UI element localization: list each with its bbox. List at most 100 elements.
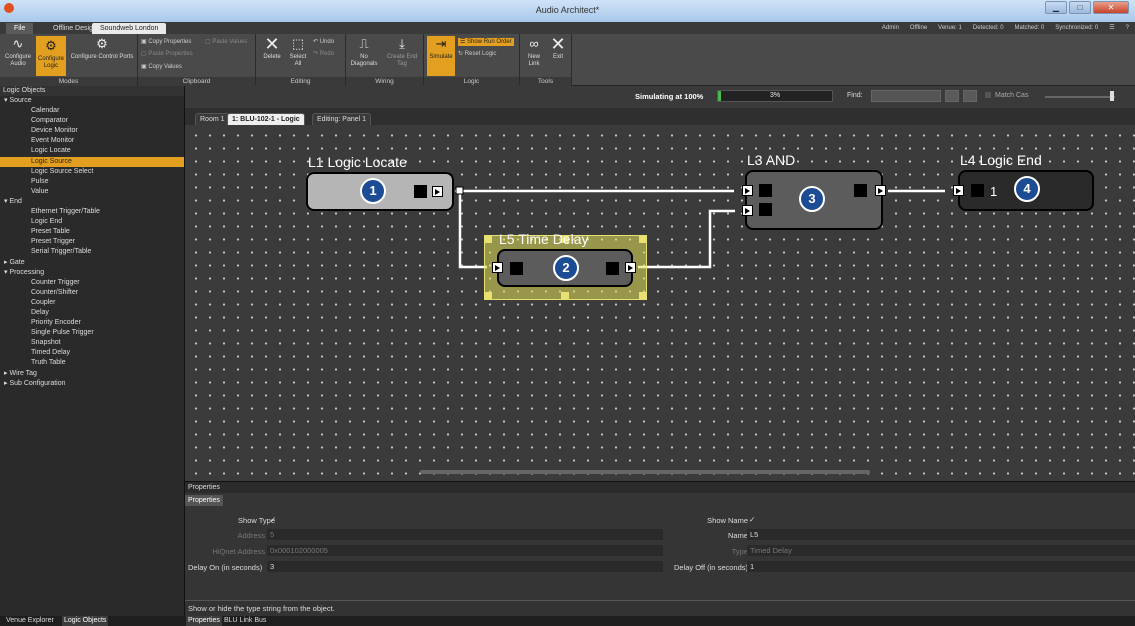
menu-icon[interactable]: ☰ xyxy=(1109,22,1114,34)
tree-item[interactable]: Coupler xyxy=(0,298,184,308)
tab-venue-explorer[interactable]: Venue Explorer xyxy=(4,616,56,626)
configure-logic-button[interactable]: ⚙ Configure Logic xyxy=(36,36,66,76)
status-mode: Offline xyxy=(909,25,928,31)
group-wiring: ⎍ No Diagonals ⤓ Create End Tag Wiring xyxy=(346,34,424,86)
tree-item[interactable]: Serial Trigger/Table xyxy=(0,247,184,257)
resize-handle-s[interactable] xyxy=(561,292,569,300)
resize-handle-se[interactable] xyxy=(639,292,647,300)
delay-off-field[interactable]: 1 xyxy=(747,561,1135,572)
close-icon[interactable]: ✕ xyxy=(1093,1,1129,14)
properties-tab[interactable]: Properties xyxy=(185,495,223,506)
tab-file[interactable]: File xyxy=(6,23,34,34)
tree-item[interactable]: Preset Table xyxy=(0,227,184,237)
tree-item[interactable]: Calendar xyxy=(0,106,184,116)
help-icon[interactable]: ? xyxy=(1126,22,1129,34)
block-l1-logic-locate[interactable]: L1 Logic Locate 1 xyxy=(306,154,454,211)
tree-category[interactable]: ▾ Source xyxy=(0,96,184,106)
new-link-button[interactable]: ∞ New Link xyxy=(522,36,546,68)
tree-category[interactable]: ▾ Processing xyxy=(0,268,184,278)
breadcrumb-editing-panel[interactable]: Editing: Panel 1 xyxy=(312,113,372,125)
tree-item[interactable]: Counter/Shifter xyxy=(0,288,184,298)
tree-item[interactable]: Single Pulse Trigger xyxy=(0,328,184,338)
breadcrumb-room[interactable]: Room 1 xyxy=(195,113,230,125)
zoom-slider[interactable] xyxy=(1045,96,1115,98)
tree-category[interactable]: ▸ Wire Tag xyxy=(0,369,184,379)
redo-button[interactable]: ↷ Redo xyxy=(313,50,334,58)
tree-category[interactable]: ▸ Gate xyxy=(0,258,184,268)
select-all-button[interactable]: ⬚ Select All xyxy=(286,36,310,68)
breadcrumb-device[interactable]: 1: BLU-102-1 - Logic xyxy=(227,113,305,125)
tree-item[interactable]: Ethernet Trigger/Table xyxy=(0,207,184,217)
simulation-progress-bar: 3% xyxy=(717,90,833,102)
tree-item[interactable]: Logic Locate xyxy=(0,146,184,156)
status-synchronized: Synchronized: 0 xyxy=(1055,25,1099,31)
tree-category[interactable]: ▾ End xyxy=(0,197,184,207)
canvas-scrollbar[interactable] xyxy=(420,470,870,474)
l3-input-port-2[interactable] xyxy=(742,205,753,216)
paste-properties-button[interactable]: ▢ Paste Properties xyxy=(141,50,193,58)
tree-item[interactable]: Snapshot xyxy=(0,338,184,348)
tree-item[interactable]: Logic End xyxy=(0,217,184,227)
create-end-tag-button[interactable]: ⤓ Create End Tag xyxy=(384,36,420,68)
tree-item[interactable]: Delay xyxy=(0,308,184,318)
l3-output-port[interactable] xyxy=(875,185,886,196)
simulate-button[interactable]: ⇥ Simulate xyxy=(427,36,455,76)
copy-properties-button[interactable]: ▣ Copy Properties xyxy=(141,38,191,46)
tab-logic-objects[interactable]: Logic Objects xyxy=(62,616,109,626)
wire-l5-to-l3[interactable] xyxy=(638,209,735,269)
zoom-slider-thumb[interactable] xyxy=(1110,91,1114,101)
l4-input-port[interactable] xyxy=(953,185,964,196)
run-order-badge: 1 xyxy=(360,178,386,204)
panel-title: Logic Objects xyxy=(0,86,184,96)
block-l4-logic-end[interactable]: L4 Logic End 1 4 xyxy=(958,152,1094,211)
tree-item[interactable]: Logic Source Select xyxy=(0,167,184,177)
undo-button[interactable]: ↶ Undo xyxy=(313,38,334,46)
tree-item[interactable]: Pulse xyxy=(0,177,184,187)
show-run-order-button[interactable]: ☰ Show Run Order xyxy=(458,38,514,46)
tree-item[interactable]: Truth Table xyxy=(0,358,184,368)
tab-blu-link-bus[interactable]: BLU Link Bus xyxy=(222,616,268,626)
match-case-checkbox[interactable]: Match Cas xyxy=(985,92,1028,99)
block-l5-timed-delay[interactable]: L5 Time Delay 2 xyxy=(497,231,633,287)
tree-item[interactable]: Device Monitor xyxy=(0,126,184,136)
maximize-icon[interactable]: □ xyxy=(1069,1,1091,14)
show-type-checkbox[interactable]: ✓ xyxy=(267,514,276,525)
exit-button[interactable]: ✕ Exit xyxy=(547,35,569,61)
name-field[interactable]: L5 xyxy=(747,529,1135,540)
resize-handle-nw[interactable] xyxy=(484,235,492,243)
block-l3-and[interactable]: L3 AND 3 xyxy=(745,152,883,230)
tree-category[interactable]: ▸ Sub Configuration xyxy=(0,379,184,389)
tab-soundweb-london[interactable]: Soundweb London xyxy=(92,23,167,34)
tree-item[interactable]: Preset Trigger xyxy=(0,237,184,247)
show-name-checkbox[interactable]: ✓ xyxy=(746,514,755,525)
tree-item[interactable]: Value xyxy=(0,187,184,197)
find-input[interactable] xyxy=(871,90,941,102)
copy-values-button[interactable]: ▣ Copy Values xyxy=(141,63,182,71)
configure-control-ports-button[interactable]: ⚙ Configure Control Ports xyxy=(70,36,134,61)
logic-canvas[interactable]: L1 Logic Locate 1 L3 AND 3 L4 Logic End … xyxy=(185,125,1135,481)
find-previous-button[interactable] xyxy=(945,90,959,102)
window-controls: ▁ □ ✕ xyxy=(1045,1,1129,15)
minimize-icon[interactable]: ▁ xyxy=(1045,1,1067,14)
tab-properties[interactable]: Properties xyxy=(186,616,222,626)
tree-item[interactable]: Logic Source xyxy=(0,156,184,167)
configure-audio-button[interactable]: ∿ Configure Audio xyxy=(3,36,33,68)
tree-item[interactable]: Event Monitor xyxy=(0,136,184,146)
find-next-button[interactable] xyxy=(963,90,977,102)
resize-handle-sw[interactable] xyxy=(484,292,492,300)
output-port[interactable] xyxy=(432,186,443,197)
reset-logic-button[interactable]: ↻ Reset Logic xyxy=(458,50,496,58)
wire-l1-to-l5[interactable] xyxy=(458,191,487,269)
tree-item[interactable]: Timed Delay xyxy=(0,348,184,358)
l5-output-port[interactable] xyxy=(625,262,636,273)
tree-item[interactable]: Counter Trigger xyxy=(0,278,184,288)
delete-button[interactable]: ✕ Delete xyxy=(259,35,285,61)
tree-item[interactable]: Comparator xyxy=(0,116,184,126)
l5-input-port[interactable] xyxy=(492,262,503,273)
resize-handle-ne[interactable] xyxy=(639,235,647,243)
paste-values-button[interactable]: ▢ Paste Values xyxy=(205,38,247,46)
l3-input-port-1[interactable] xyxy=(742,185,753,196)
delay-on-field[interactable]: 3 xyxy=(267,561,663,572)
no-diagonals-button[interactable]: ⎍ No Diagonals xyxy=(348,36,380,68)
tree-item[interactable]: Priority Encoder xyxy=(0,318,184,328)
